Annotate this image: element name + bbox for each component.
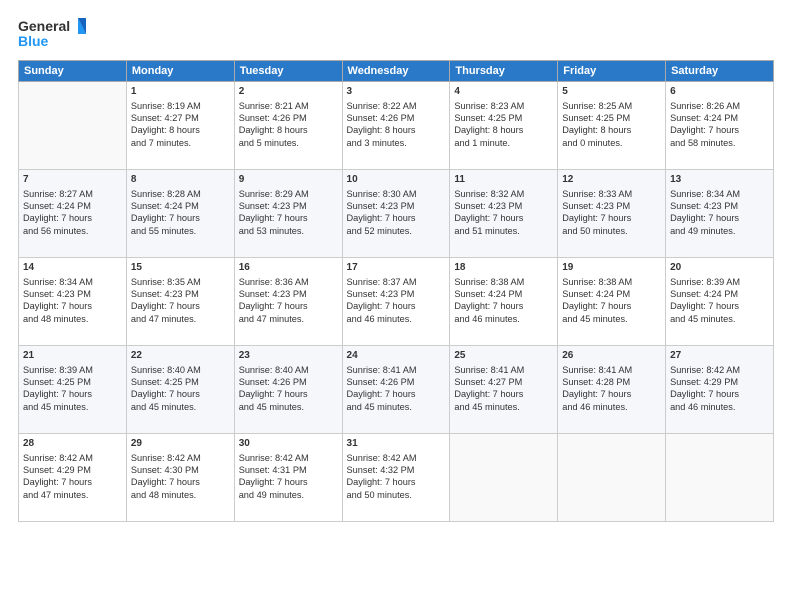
day-number: 16 [239, 261, 338, 275]
calendar-cell [19, 82, 127, 170]
day-number: 20 [670, 261, 769, 275]
calendar-cell: 14Sunrise: 8:34 AMSunset: 4:23 PMDayligh… [19, 258, 127, 346]
day-number: 29 [131, 437, 230, 451]
calendar-cell: 20Sunrise: 8:39 AMSunset: 4:24 PMDayligh… [666, 258, 774, 346]
calendar-table: SundayMondayTuesdayWednesdayThursdayFrid… [18, 60, 774, 522]
day-number: 12 [562, 173, 661, 187]
calendar-cell: 19Sunrise: 8:38 AMSunset: 4:24 PMDayligh… [558, 258, 666, 346]
day-number: 19 [562, 261, 661, 275]
day-number: 28 [23, 437, 122, 451]
day-number: 1 [131, 85, 230, 99]
day-number: 25 [454, 349, 553, 363]
day-number: 27 [670, 349, 769, 363]
svg-text:General: General [18, 18, 70, 34]
day-number: 14 [23, 261, 122, 275]
day-number: 9 [239, 173, 338, 187]
calendar-cell: 22Sunrise: 8:40 AMSunset: 4:25 PMDayligh… [126, 346, 234, 434]
calendar-cell: 6Sunrise: 8:26 AMSunset: 4:24 PMDaylight… [666, 82, 774, 170]
day-number: 5 [562, 85, 661, 99]
calendar-cell: 11Sunrise: 8:32 AMSunset: 4:23 PMDayligh… [450, 170, 558, 258]
col-header-friday: Friday [558, 61, 666, 82]
calendar-week-row: 14Sunrise: 8:34 AMSunset: 4:23 PMDayligh… [19, 258, 774, 346]
col-header-wednesday: Wednesday [342, 61, 450, 82]
day-number: 13 [670, 173, 769, 187]
calendar-cell: 24Sunrise: 8:41 AMSunset: 4:26 PMDayligh… [342, 346, 450, 434]
page-header: GeneralBlue [18, 16, 774, 52]
col-header-saturday: Saturday [666, 61, 774, 82]
day-number: 23 [239, 349, 338, 363]
col-header-monday: Monday [126, 61, 234, 82]
calendar-cell [450, 434, 558, 522]
calendar-cell: 23Sunrise: 8:40 AMSunset: 4:26 PMDayligh… [234, 346, 342, 434]
calendar-cell [666, 434, 774, 522]
logo: GeneralBlue [18, 16, 88, 52]
calendar-cell: 1Sunrise: 8:19 AMSunset: 4:27 PMDaylight… [126, 82, 234, 170]
calendar-cell: 13Sunrise: 8:34 AMSunset: 4:23 PMDayligh… [666, 170, 774, 258]
calendar-cell: 7Sunrise: 8:27 AMSunset: 4:24 PMDaylight… [19, 170, 127, 258]
day-number: 30 [239, 437, 338, 451]
logo-svg: GeneralBlue [18, 16, 88, 52]
calendar-cell: 3Sunrise: 8:22 AMSunset: 4:26 PMDaylight… [342, 82, 450, 170]
day-number: 7 [23, 173, 122, 187]
calendar-cell: 29Sunrise: 8:42 AMSunset: 4:30 PMDayligh… [126, 434, 234, 522]
calendar-cell: 21Sunrise: 8:39 AMSunset: 4:25 PMDayligh… [19, 346, 127, 434]
svg-text:Blue: Blue [18, 33, 49, 49]
day-number: 17 [347, 261, 446, 275]
calendar-week-row: 21Sunrise: 8:39 AMSunset: 4:25 PMDayligh… [19, 346, 774, 434]
calendar-cell: 25Sunrise: 8:41 AMSunset: 4:27 PMDayligh… [450, 346, 558, 434]
day-number: 26 [562, 349, 661, 363]
calendar-cell: 4Sunrise: 8:23 AMSunset: 4:25 PMDaylight… [450, 82, 558, 170]
day-number: 21 [23, 349, 122, 363]
calendar-header-row: SundayMondayTuesdayWednesdayThursdayFrid… [19, 61, 774, 82]
calendar-week-row: 7Sunrise: 8:27 AMSunset: 4:24 PMDaylight… [19, 170, 774, 258]
calendar-cell: 27Sunrise: 8:42 AMSunset: 4:29 PMDayligh… [666, 346, 774, 434]
calendar-cell: 18Sunrise: 8:38 AMSunset: 4:24 PMDayligh… [450, 258, 558, 346]
day-number: 22 [131, 349, 230, 363]
calendar-cell: 5Sunrise: 8:25 AMSunset: 4:25 PMDaylight… [558, 82, 666, 170]
calendar-cell: 8Sunrise: 8:28 AMSunset: 4:24 PMDaylight… [126, 170, 234, 258]
day-number: 11 [454, 173, 553, 187]
calendar-cell: 31Sunrise: 8:42 AMSunset: 4:32 PMDayligh… [342, 434, 450, 522]
day-number: 6 [670, 85, 769, 99]
day-number: 24 [347, 349, 446, 363]
calendar-cell: 12Sunrise: 8:33 AMSunset: 4:23 PMDayligh… [558, 170, 666, 258]
day-number: 3 [347, 85, 446, 99]
day-number: 2 [239, 85, 338, 99]
day-number: 31 [347, 437, 446, 451]
day-number: 10 [347, 173, 446, 187]
calendar-cell: 30Sunrise: 8:42 AMSunset: 4:31 PMDayligh… [234, 434, 342, 522]
calendar-cell: 15Sunrise: 8:35 AMSunset: 4:23 PMDayligh… [126, 258, 234, 346]
calendar-cell: 26Sunrise: 8:41 AMSunset: 4:28 PMDayligh… [558, 346, 666, 434]
col-header-sunday: Sunday [19, 61, 127, 82]
day-number: 8 [131, 173, 230, 187]
calendar-week-row: 1Sunrise: 8:19 AMSunset: 4:27 PMDaylight… [19, 82, 774, 170]
calendar-cell: 9Sunrise: 8:29 AMSunset: 4:23 PMDaylight… [234, 170, 342, 258]
calendar-cell [558, 434, 666, 522]
calendar-week-row: 28Sunrise: 8:42 AMSunset: 4:29 PMDayligh… [19, 434, 774, 522]
col-header-tuesday: Tuesday [234, 61, 342, 82]
calendar-cell: 16Sunrise: 8:36 AMSunset: 4:23 PMDayligh… [234, 258, 342, 346]
col-header-thursday: Thursday [450, 61, 558, 82]
day-number: 15 [131, 261, 230, 275]
calendar-cell: 28Sunrise: 8:42 AMSunset: 4:29 PMDayligh… [19, 434, 127, 522]
day-number: 4 [454, 85, 553, 99]
day-number: 18 [454, 261, 553, 275]
calendar-cell: 2Sunrise: 8:21 AMSunset: 4:26 PMDaylight… [234, 82, 342, 170]
calendar-cell: 10Sunrise: 8:30 AMSunset: 4:23 PMDayligh… [342, 170, 450, 258]
calendar-cell: 17Sunrise: 8:37 AMSunset: 4:23 PMDayligh… [342, 258, 450, 346]
